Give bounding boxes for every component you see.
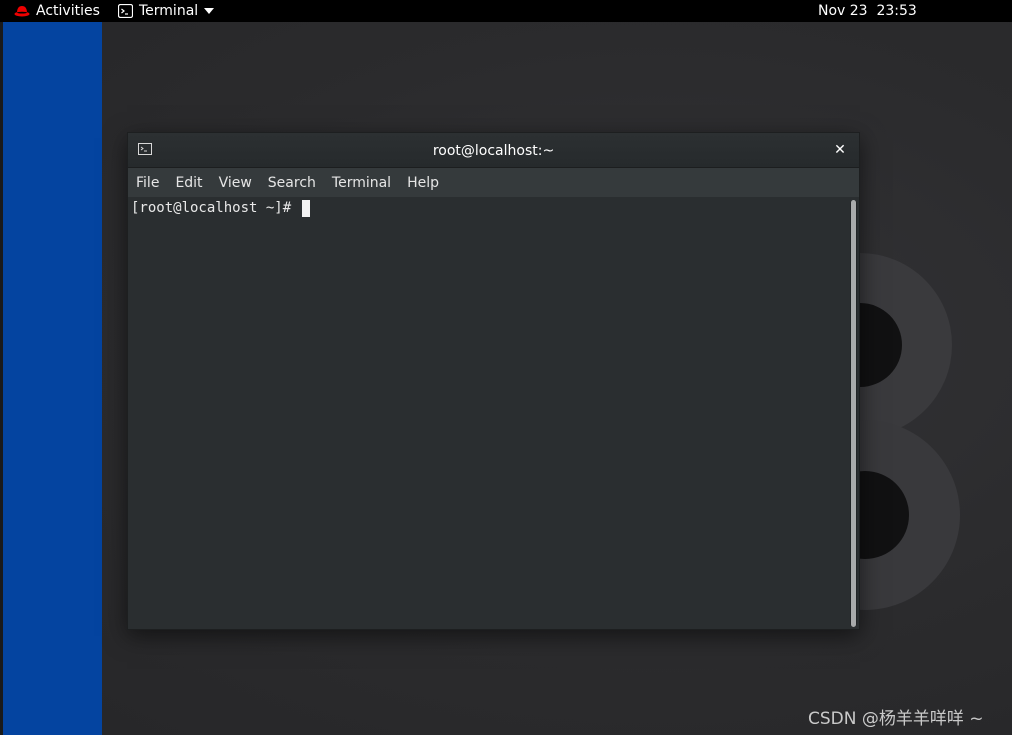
text-cursor (301, 199, 310, 217)
menu-bar: File Edit View Search Terminal Help (128, 168, 859, 198)
scrollbar[interactable] (850, 200, 857, 627)
scrollbar-thumb[interactable] (851, 200, 856, 627)
menu-edit[interactable]: Edit (167, 168, 210, 198)
app-menu-terminal[interactable]: Terminal (118, 0, 215, 22)
app-menu-label: Terminal (139, 3, 199, 19)
triangle-down-icon (204, 8, 215, 14)
window-title: root@localhost:~ (432, 142, 555, 159)
clock[interactable]: Nov 23 23:53 (818, 0, 917, 22)
activities-button[interactable]: Activities (14, 0, 100, 22)
menu-terminal[interactable]: Terminal (324, 168, 399, 198)
terminal-prompt-line: [root@localhost ~]# (131, 199, 310, 217)
menu-view[interactable]: View (211, 168, 260, 198)
watermark: CSDN @杨羊羊咩咩 ~ (808, 709, 984, 729)
terminal-content[interactable]: [root@localhost ~]# (128, 198, 859, 629)
redhat-logo-icon (14, 6, 30, 17)
top-bar: Activities Terminal Nov 23 23:53 (0, 0, 1012, 22)
close-icon[interactable]: ✕ (831, 141, 849, 159)
menu-search[interactable]: Search (260, 168, 324, 198)
menu-help[interactable]: Help (399, 168, 447, 198)
terminal-icon (118, 4, 133, 18)
activities-label: Activities (36, 3, 100, 19)
window-titlebar[interactable]: root@localhost:~ ✕ (128, 133, 859, 168)
side-panel (3, 22, 102, 735)
shell-prompt: [root@localhost ~]# (131, 200, 300, 216)
menu-file[interactable]: File (128, 168, 167, 198)
terminal-window[interactable]: root@localhost:~ ✕ File Edit View Search… (127, 132, 860, 630)
